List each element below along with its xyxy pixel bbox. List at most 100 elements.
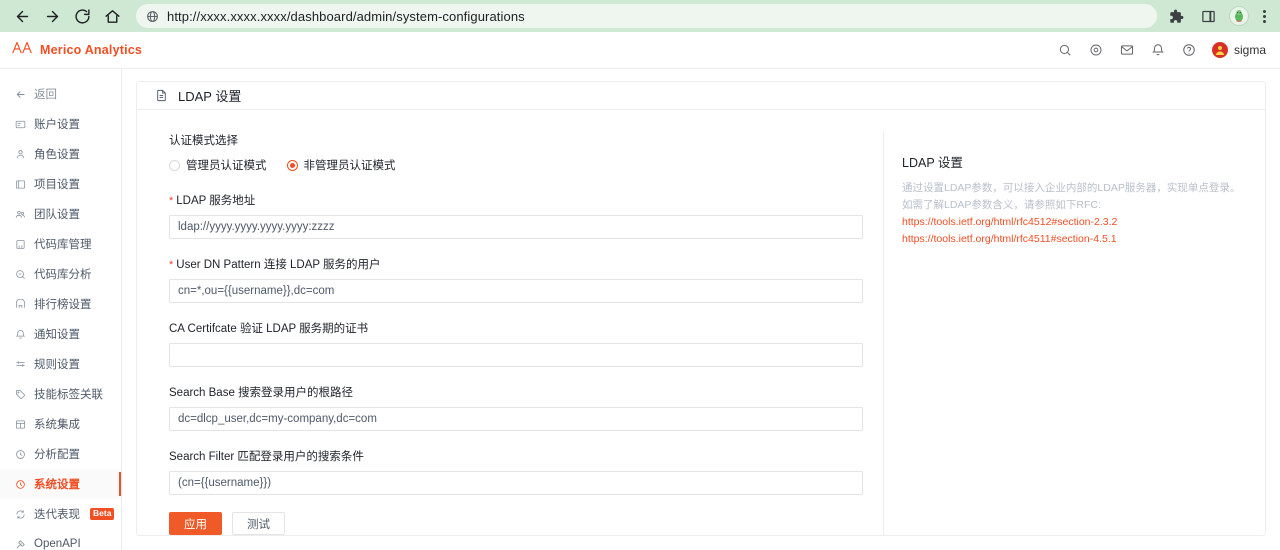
user-role-icon [14, 148, 27, 161]
test-button[interactable]: 测试 [232, 512, 285, 535]
help-icon[interactable] [1181, 42, 1197, 58]
avatar [1211, 42, 1228, 58]
sidebar-item-label: 团队设置 [34, 209, 80, 221]
sidebar-item-label: 角色设置 [34, 149, 80, 161]
sidebar-item-label: 代码库管理 [34, 239, 92, 251]
radio-icon [169, 159, 180, 171]
input-ldap-server-url[interactable]: ldap://yyyy.yyyy.yyyy.yyyy:zzzz [169, 215, 863, 239]
sidebar-item-label: 技能标签关联 [34, 389, 103, 401]
bell-icon[interactable] [1150, 42, 1166, 58]
beta-badge: Beta [90, 508, 115, 520]
sidebar-item-system-integration[interactable]: 系统集成 [0, 409, 121, 439]
sidebar-item-label: 账户设置 [34, 119, 80, 131]
sidebar-item-label: OpenAPI [34, 538, 81, 550]
sidebar-item-back[interactable]: 返回 [0, 79, 121, 109]
sidebar-item-label: 项目设置 [34, 179, 80, 191]
radio-label: 非管理员认证模式 [303, 160, 396, 172]
help-title: LDAP 设置 [902, 156, 963, 170]
help-body: 通过设置LDAP参数，可以接入企业内部的LDAP服务器，实现单点登录。如需了解L… [902, 182, 1241, 211]
brand-name: Merico Analytics [40, 43, 143, 57]
sidebar-item-role-settings[interactable]: 角色设置 [0, 139, 121, 169]
sidebar: 返回 账户设置 角色设置 项目设置 团队设置 代码库管理 代码库分析 排行榜设置… [0, 69, 122, 550]
help-link-rfc4512[interactable]: https://tools.ietf.org/html/rfc4512#sect… [902, 214, 1249, 231]
integration-icon [14, 418, 27, 431]
ldap-settings-card: LDAP 设置 认证模式选择 管理员认证模式 非管理员认证模式 * LDAP 服… [136, 81, 1266, 536]
user-menu[interactable]: sigma [1211, 42, 1266, 58]
input-search-filter[interactable]: (cn={{username}}) [169, 471, 863, 495]
input-ca-certificate[interactable] [169, 343, 863, 367]
globe-icon [146, 10, 159, 23]
label-ca-certificate: CA Certifcate 验证 LDAP 服务期的证书 [169, 320, 863, 336]
sidebar-item-iteration-performance[interactable]: 迭代表现 Beta [0, 499, 121, 529]
header-actions: sigma [1057, 42, 1266, 58]
sidebar-item-label: 通知设置 [34, 329, 80, 341]
puzzle-extension-icon[interactable] [1165, 5, 1187, 27]
page-title: LDAP 设置 [178, 89, 242, 104]
sidebar-item-openapi[interactable]: OpenAPI [0, 529, 121, 550]
sidebar-item-label: 系统集成 [34, 419, 80, 431]
back-arrow-icon[interactable] [8, 2, 36, 30]
help-link-rfc4511[interactable]: https://tools.ietf.org/html/rfc4511#sect… [902, 231, 1249, 248]
sidebar-item-repository-analysis[interactable]: 代码库分析 [0, 259, 121, 289]
radio-label: 管理员认证模式 [186, 160, 267, 172]
required-asterisk: * [169, 259, 174, 271]
radio-icon-selected [286, 159, 298, 171]
auth-mode-label: 认证模式选择 [169, 135, 238, 147]
field-label-text: LDAP 服务地址 [176, 195, 256, 207]
sidebar-item-repository-management[interactable]: 代码库管理 [0, 229, 121, 259]
card-header: LDAP 设置 [137, 82, 1265, 110]
sidebar-item-label: 返回 [34, 89, 57, 101]
label-user-dn-pattern: * User DN Pattern 连接 LDAP 服务的用户 [169, 256, 863, 272]
sidebar-item-analysis-config[interactable]: 分析配置 [0, 439, 121, 469]
sidebar-item-leaderboard-settings[interactable]: 排行榜设置 [0, 289, 121, 319]
home-icon[interactable] [98, 2, 126, 30]
sidebar-item-label: 迭代表现 [34, 509, 80, 521]
input-user-dn-pattern[interactable]: cn=*,ou={{username}},dc=com [169, 279, 863, 303]
id-card-icon [14, 118, 27, 131]
sidebar-item-label: 规则设置 [34, 359, 80, 371]
repo-analysis-icon [14, 268, 27, 281]
required-asterisk: * [169, 195, 174, 207]
forward-arrow-icon[interactable] [38, 2, 66, 30]
side-panel-icon[interactable] [1197, 5, 1219, 27]
api-icon [14, 538, 27, 550]
team-icon [14, 208, 27, 221]
label-ldap-server-url: * LDAP 服务地址 [169, 192, 863, 208]
search-icon[interactable] [1057, 42, 1073, 58]
rule-icon [14, 358, 27, 371]
three-dot-menu-icon[interactable] [1259, 9, 1270, 23]
mail-icon[interactable] [1119, 42, 1135, 58]
apply-button[interactable]: 应用 [169, 512, 222, 535]
browser-toolbar-right [1165, 5, 1272, 27]
sidebar-item-account-settings[interactable]: 账户设置 [0, 109, 121, 139]
field-label-text: User DN Pattern 连接 LDAP 服务的用户 [176, 259, 381, 271]
sidebar-item-team-settings[interactable]: 团队设置 [0, 199, 121, 229]
field-label-text: Search Base 搜索登录用户的根路径 [169, 387, 354, 399]
radio-admin-auth-mode[interactable]: 管理员认证模式 [169, 157, 267, 173]
browser-profile-avatar[interactable] [1229, 6, 1249, 26]
sidebar-item-system-settings[interactable]: 系统设置 [0, 469, 121, 499]
label-search-base: Search Base 搜索登录用户的根路径 [169, 384, 863, 400]
ldap-form: 认证模式选择 管理员认证模式 非管理员认证模式 * LDAP 服务地址 ldap… [137, 132, 883, 535]
browser-toolbar: http://xxxx.xxxx.xxxx/dashboard/admin/sy… [0, 0, 1280, 32]
iteration-icon [14, 508, 27, 521]
sidebar-item-label: 系统设置 [34, 479, 80, 491]
address-bar[interactable]: http://xxxx.xxxx.xxxx/dashboard/admin/sy… [136, 4, 1157, 28]
bell-icon [14, 328, 27, 341]
sidebar-item-skill-tag-association[interactable]: 技能标签关联 [0, 379, 121, 409]
input-search-base[interactable]: dc=dlcp_user,dc=my-company,dc=com [169, 407, 863, 431]
brand-logo[interactable]: Merico Analytics [12, 40, 142, 60]
reload-icon[interactable] [68, 2, 96, 30]
radio-non-admin-auth-mode[interactable]: 非管理员认证模式 [286, 157, 396, 173]
system-settings-icon [14, 478, 27, 491]
gear-icon[interactable] [1088, 42, 1104, 58]
card-body: 认证模式选择 管理员认证模式 非管理员认证模式 * LDAP 服务地址 ldap… [137, 110, 1265, 535]
field-label-text: CA Certifcate 验证 LDAP 服务期的证书 [169, 323, 369, 335]
sidebar-item-rule-settings[interactable]: 规则设置 [0, 349, 121, 379]
auth-mode-radio-group: 管理员认证模式 非管理员认证模式 [169, 157, 863, 173]
label-search-filter: Search Filter 匹配登录用户的搜索条件 [169, 448, 863, 464]
leaderboard-icon [14, 298, 27, 311]
sidebar-item-notification-settings[interactable]: 通知设置 [0, 319, 121, 349]
main-content: LDAP 设置 认证模式选择 管理员认证模式 非管理员认证模式 * LDAP 服… [122, 69, 1280, 550]
sidebar-item-project-settings[interactable]: 项目设置 [0, 169, 121, 199]
